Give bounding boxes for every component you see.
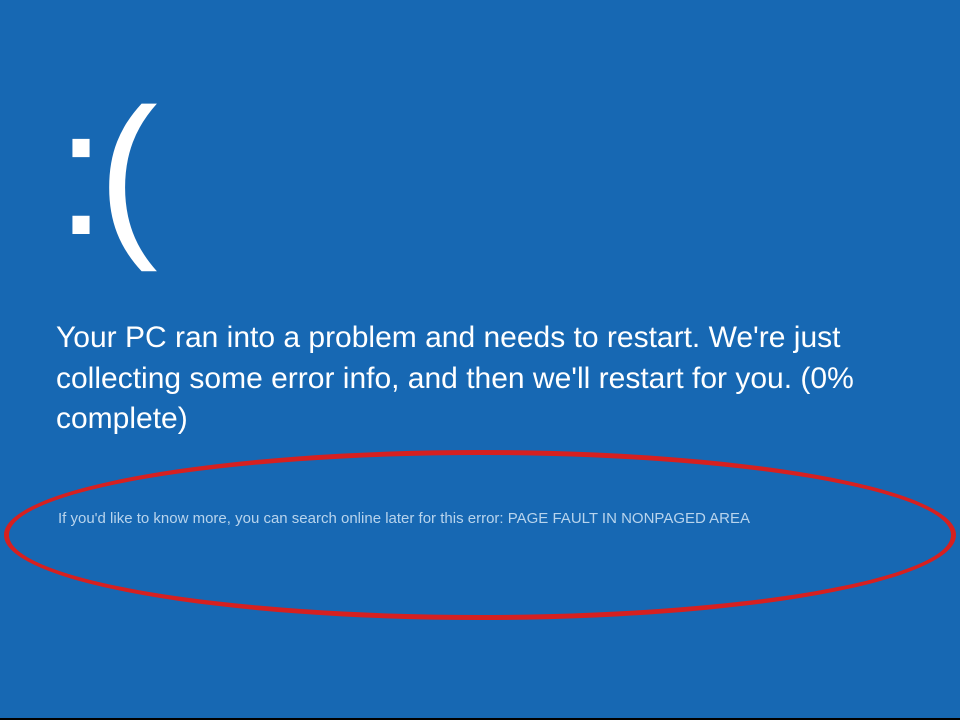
sad-face-emoticon: :( — [56, 92, 150, 254]
error-detail-message: If you'd like to know more, you can sear… — [58, 508, 920, 529]
error-main-message: Your PC ran into a problem and needs to … — [56, 318, 920, 440]
annotation-highlight-ellipse — [4, 450, 956, 620]
bsod-screen: :( Your PC ran into a problem and needs … — [0, 0, 960, 718]
